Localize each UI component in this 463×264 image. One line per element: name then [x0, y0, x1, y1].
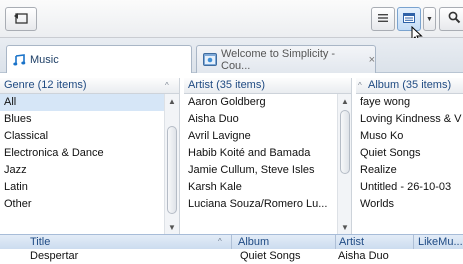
tab-welcome[interactable]: Welcome to Simplicity - Cou... ×: [196, 45, 376, 73]
album-track-column-label: Album: [238, 236, 270, 248]
list-item[interactable]: Habib Koité and Bamada: [184, 145, 336, 162]
scroll-down-icon[interactable]: ▼: [165, 220, 179, 234]
likemu-column-label: LikeMu...: [418, 236, 463, 248]
tab-music[interactable]: Music: [6, 45, 192, 73]
back-arrow-icon: [13, 11, 29, 28]
close-icon[interactable]: ×: [369, 54, 375, 66]
scroll-thumb[interactable]: [340, 110, 350, 174]
artist-track-column-header[interactable]: Artist: [336, 235, 414, 250]
list-item[interactable]: Muso Ko: [356, 128, 463, 145]
search-button[interactable]: [439, 7, 463, 31]
list-item[interactable]: Other: [0, 196, 164, 213]
track-album: Quiet Songs: [240, 250, 301, 262]
list-item[interactable]: Aisha Duo: [184, 111, 336, 128]
genre-scrollbar[interactable]: ▲ ▼: [164, 94, 179, 234]
genre-header-label: Genre (12 items): [4, 79, 87, 91]
likemu-column-header[interactable]: LikeMu...: [414, 235, 463, 250]
list-item[interactable]: Untitled - 26-10-03: [356, 179, 463, 196]
list-item[interactable]: Worlds: [356, 196, 463, 213]
artist-track-column-label: Artist: [339, 236, 365, 248]
view-options-dropdown[interactable]: ▼: [423, 7, 436, 31]
list-item[interactable]: Jazz: [0, 162, 164, 179]
list-item[interactable]: Aaron Goldberg: [184, 94, 336, 111]
back-button[interactable]: [5, 7, 37, 31]
list-item[interactable]: Latin: [0, 179, 164, 196]
list-item[interactable]: Quiet Songs: [356, 145, 463, 162]
sort-ascending-icon: ^: [218, 237, 222, 246]
list-view-button[interactable]: [371, 7, 395, 31]
artist-header-label: Artist (35 items): [188, 79, 266, 91]
list-item[interactable]: faye wong: [356, 94, 463, 111]
detail-view-icon: [403, 12, 415, 26]
table-row[interactable]: Despertar Quiet Songs Aisha Duo: [0, 249, 463, 264]
music-note-icon: [13, 53, 26, 66]
sort-ascending-icon: ^: [358, 81, 362, 90]
toolbar: ▼: [0, 0, 463, 44]
tab-music-label: Music: [30, 53, 59, 66]
title-column-label: Title: [30, 236, 51, 248]
sort-ascending-icon: ^: [165, 81, 169, 90]
artist-pane: Artist (35 items) Aaron Goldberg Aisha D…: [184, 78, 352, 234]
list-item[interactable]: Blues: [0, 111, 164, 128]
list-item[interactable]: All: [0, 94, 164, 111]
artist-list: Aaron Goldberg Aisha Duo Avril Lavigne H…: [184, 94, 336, 213]
list-item[interactable]: Electronica & Dance: [0, 145, 164, 162]
album-column-header[interactable]: ^ Album (35 items): [356, 78, 463, 94]
list-view-icon: [377, 13, 389, 26]
search-icon: [448, 11, 461, 27]
list-item[interactable]: Realize: [356, 162, 463, 179]
scroll-up-icon[interactable]: ▲: [338, 94, 351, 108]
genre-list: All Blues Classical Electronica & Dance …: [0, 94, 164, 213]
track-title: Despertar: [30, 250, 79, 262]
album-pane: ^ Album (35 items) faye wong Loving Kind…: [356, 78, 463, 234]
list-item[interactable]: Classical: [0, 128, 164, 145]
tab-welcome-label: Welcome to Simplicity - Cou...: [221, 47, 336, 72]
tab-strip: Music Welcome to Simplicity - Cou... ×: [0, 38, 463, 73]
chevron-down-icon: ▼: [426, 15, 433, 23]
list-item[interactable]: Luciana Souza/Romero Lu...: [184, 196, 336, 213]
list-item[interactable]: Loving Kindness & V: [356, 111, 463, 128]
album-list: faye wong Loving Kindness & V Muso Ko Qu…: [356, 94, 463, 213]
browser-page-icon: [203, 53, 217, 66]
list-item[interactable]: Jamie Cullum, Steve Isles: [184, 162, 336, 179]
list-item[interactable]: Avril Lavigne: [184, 128, 336, 145]
track-list-header: Title ^ Album Artist LikeMu...: [0, 234, 463, 250]
scroll-up-icon[interactable]: ▲: [165, 94, 179, 108]
title-column-header[interactable]: Title ^: [0, 235, 232, 250]
scroll-thumb[interactable]: [167, 126, 177, 214]
artist-column-header[interactable]: Artist (35 items): [184, 78, 351, 94]
artist-scrollbar[interactable]: ▲ ▼: [337, 94, 351, 234]
genre-column-header[interactable]: Genre (12 items) ^: [0, 78, 179, 94]
album-header-label: Album (35 items): [368, 79, 452, 91]
scroll-down-icon[interactable]: ▼: [338, 220, 351, 234]
track-artist: Aisha Duo: [338, 250, 389, 262]
list-item[interactable]: Karsh Kale: [184, 179, 336, 196]
album-track-column-header[interactable]: Album: [232, 235, 336, 250]
genre-pane: Genre (12 items) ^ All Blues Classical E…: [0, 78, 180, 234]
